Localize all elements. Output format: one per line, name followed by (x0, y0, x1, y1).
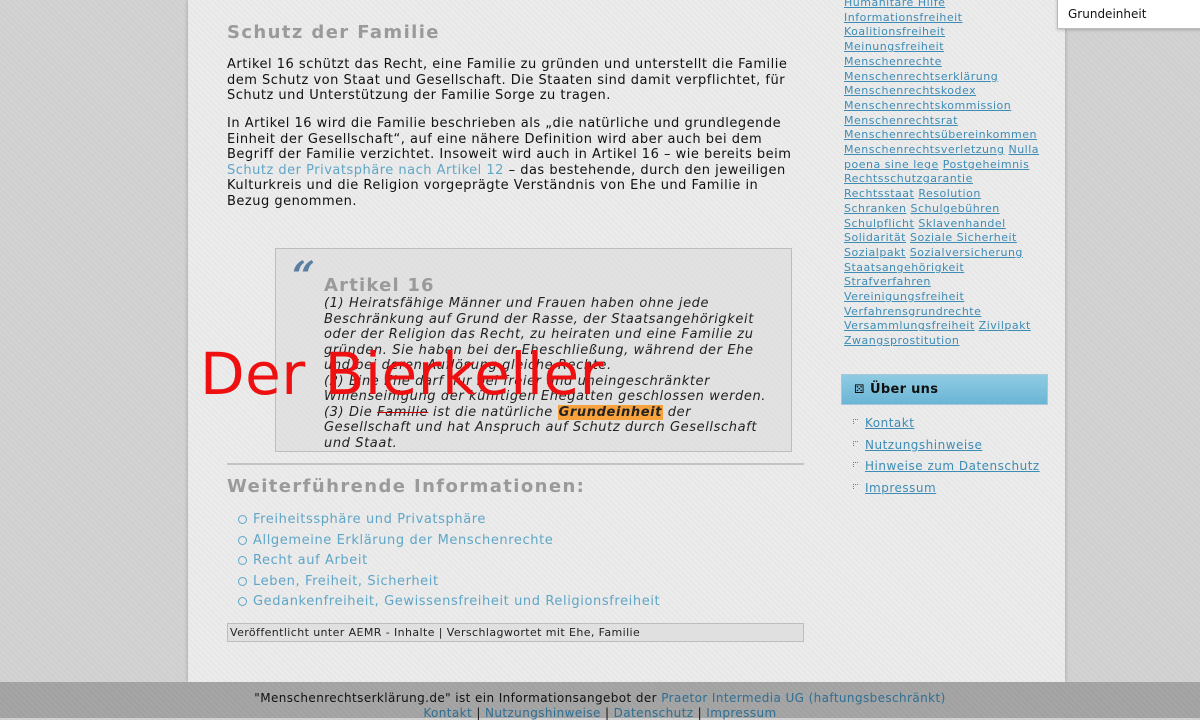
tag-link[interactable]: Menschenrechtsübereinkommen (844, 128, 1037, 141)
tag-link[interactable]: Sozialversicherung (910, 246, 1023, 259)
about-us-title: Über uns (870, 382, 938, 397)
tag-link[interactable]: Solidarität (844, 231, 906, 244)
footer-link-impressum[interactable]: Impressum (706, 706, 776, 720)
tag-link[interactable]: Menschenrechtsverletzung (844, 143, 1004, 156)
footer-company-link[interactable]: Praetor Intermedia UG (haftungsbeschränk… (661, 691, 945, 705)
further-info-link[interactable]: Allgemeine Erklärung der Menschenrechte (237, 531, 660, 552)
post-meta: Veröffentlicht unter AEMR - Inhalte | Ve… (227, 623, 804, 642)
further-info-list: Freiheitssphäre und Privatsphäre Allgeme… (237, 510, 660, 613)
about-item: Impressum (852, 478, 1040, 500)
tag-link[interactable]: Soziale Sicherheit (910, 231, 1017, 244)
tag-link[interactable]: Menschenrechtserklärung (844, 70, 998, 83)
about-link-datenschutz[interactable]: Hinweise zum Datenschutz (865, 459, 1040, 473)
page-title: Schutz der Familie (227, 22, 440, 43)
definition-text-a: In Artikel 16 wird die Familie beschrieb… (227, 116, 791, 162)
further-info-link[interactable]: Gedankenfreiheit, Gewissensfreiheit und … (237, 592, 660, 613)
tag-link[interactable]: Menschenrechtskommission (844, 99, 1011, 112)
footer: "Menschenrechtserklärung.de" ist ein Inf… (0, 682, 1200, 718)
tag-link[interactable]: Resolution (918, 187, 980, 200)
about-link-impressum[interactable]: Impressum (865, 481, 936, 495)
search-input[interactable] (1057, 0, 1200, 29)
about-link-nutzungshinweise[interactable]: Nutzungshinweise (865, 438, 982, 452)
tag-link[interactable]: Menschenrechtskodex (844, 84, 976, 97)
tag-link[interactable]: Versammlungsfreiheit (844, 319, 975, 332)
footer-line-1: "Menschenrechtserklärung.de" ist ein Inf… (0, 691, 1200, 706)
further-info-link[interactable]: Freiheitssphäre und Privatsphäre (237, 510, 660, 531)
about-us-header: ⚄ Über uns (841, 374, 1048, 405)
tag-link[interactable]: Rechtsschutzgarantie (844, 172, 973, 185)
section-divider (227, 463, 804, 465)
definition-paragraph: In Artikel 16 wird die Familie beschrieb… (227, 116, 805, 209)
tag-link[interactable]: Schulpflicht (844, 217, 914, 230)
about-link-kontakt[interactable]: Kontakt (865, 416, 914, 430)
tag-link[interactable]: Menschenrechtsrat (844, 114, 958, 127)
footer-link-datenschutz[interactable]: Datenschutz (614, 706, 694, 720)
quote-mark-icon: “ (292, 253, 315, 300)
tag-cloud: Humanitäre Hilfe Informationsfreiheit Ko… (844, 0, 1044, 349)
about-item: Kontakt (852, 413, 1040, 435)
tag-link[interactable]: Verfahrensgrundrechte (844, 305, 981, 318)
tag-link[interactable]: Humanitäre Hilfe (844, 0, 945, 9)
further-info-link[interactable]: Leben, Freiheit, Sicherheit (237, 572, 660, 593)
about-us-list: Kontakt Nutzungshinweise Hinweise zum Da… (852, 413, 1040, 500)
further-info-link[interactable]: Recht auf Arbeit (237, 551, 660, 572)
overlay-label: Der Bierkeller (200, 334, 604, 414)
tag-link[interactable]: Informationsfreiheit (844, 11, 963, 24)
tag-link[interactable]: Schranken (844, 202, 906, 215)
tag-link[interactable]: Vereinigungsfreiheit (844, 290, 964, 303)
about-item: Hinweise zum Datenschutz (852, 456, 1040, 478)
tag-link[interactable]: Zwangsprostitution (844, 334, 959, 347)
tag-link[interactable]: Postgeheimnis (943, 158, 1030, 171)
privacy-article-link[interactable]: Schutz der Privatsphäre nach Artikel 12 (227, 163, 504, 178)
dice-icon: ⚄ (854, 375, 865, 404)
footer-separator: | (693, 706, 706, 720)
footer-link-kontakt[interactable]: Kontakt (423, 706, 472, 720)
intro-paragraph: Artikel 16 schützt das Recht, eine Famil… (227, 57, 805, 104)
further-info-heading: Weiterführende Informationen: (227, 476, 585, 497)
tag-link[interactable]: Meinungsfreiheit (844, 40, 944, 53)
tag-link[interactable]: Zivilpakt (979, 319, 1031, 332)
tag-link[interactable]: Rechtsstaat (844, 187, 914, 200)
tag-link[interactable]: Schulgebühren (910, 202, 999, 215)
about-item: Nutzungshinweise (852, 435, 1040, 457)
tag-link[interactable]: Sklavenhandel (918, 217, 1005, 230)
tag-link[interactable]: Sozialpakt (844, 246, 906, 259)
tag-link[interactable]: Staatsangehörigkeit (844, 261, 964, 274)
footer-text: "Menschenrechtserklärung.de" ist ein Inf… (254, 691, 661, 705)
footer-link-nutzungshinweise[interactable]: Nutzungshinweise (485, 706, 601, 720)
footer-separator: | (601, 706, 614, 720)
tag-link[interactable]: Koalitionsfreiheit (844, 25, 945, 38)
quote-title: Artikel 16 (324, 275, 435, 296)
footer-separator: | (472, 706, 485, 720)
tag-link[interactable]: Menschenrechte (844, 55, 942, 68)
tag-link[interactable]: Strafverfahren (844, 275, 931, 288)
